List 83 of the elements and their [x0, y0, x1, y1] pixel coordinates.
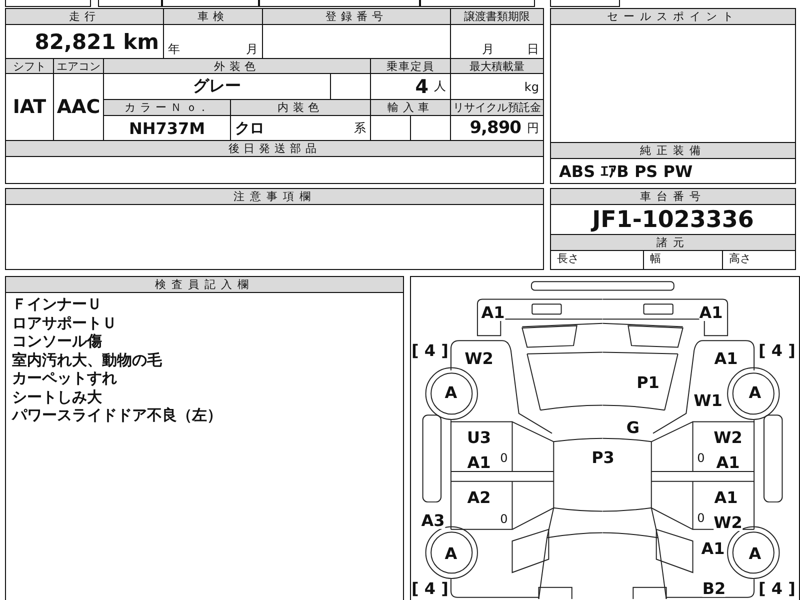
panel-header: 検査員記入欄: [6, 277, 403, 293]
column-header: 登録番号: [263, 9, 450, 24]
damage-code: P3: [592, 450, 614, 466]
inspector-note: 室内汚れ大、動物の毛: [12, 350, 163, 369]
damage-code: 0: [697, 512, 705, 524]
damage-code: A1: [699, 305, 723, 321]
inspector-note: シートしみ大: [12, 388, 103, 406]
damage-code: G: [626, 420, 640, 436]
panel-header: 車台番号: [551, 189, 795, 205]
damage-code: U3: [466, 430, 492, 446]
panel-header: 注意事項欄: [6, 189, 543, 205]
recycle-fee-value: 9,890: [470, 118, 521, 138]
color-number-value: NH737M: [104, 116, 230, 140]
panel-header: セールスポイント: [551, 9, 795, 25]
inspector-note: コンソール傷: [12, 332, 103, 350]
damage-code: A1: [716, 455, 740, 471]
inspector-note: パワースライドドア不良（左）: [12, 406, 223, 424]
capacity-value: 4: [415, 76, 428, 98]
column-header: カラーＮｏ.: [104, 100, 230, 115]
column-header: シフト: [6, 59, 53, 73]
damage-code: A1: [701, 541, 725, 557]
damage-code: W2: [464, 351, 494, 367]
spec-cell: 幅: [644, 251, 723, 269]
damage-code: [ 4 ]: [412, 343, 448, 359]
damage-code: 0: [697, 452, 705, 464]
equipment-value: ABS ｴｱB PS PW: [558, 160, 694, 182]
column-header: 走行: [6, 9, 163, 24]
mileage-value: 82,821 km: [6, 25, 163, 58]
year-unit: 年: [168, 41, 180, 58]
month-unit: 月: [482, 41, 494, 58]
column-header: 後日発送部品: [6, 141, 543, 156]
load-unit: kg: [524, 80, 539, 94]
damage-code: A1: [714, 490, 738, 506]
month-unit: 月: [246, 41, 258, 58]
column-header: リサイクル預託金: [451, 100, 543, 115]
column-header: 車検: [164, 9, 262, 24]
side-rail-icon: [764, 414, 783, 502]
inspector-note: ロアサポートＵ: [12, 314, 118, 332]
column-header: 乗車定員: [371, 59, 450, 73]
column-header: 譲渡書類期限: [451, 9, 543, 24]
damage-code: A1: [467, 455, 491, 471]
inspector-note: ＦインナーＵ: [12, 295, 103, 314]
column-header: 内装色: [231, 100, 370, 115]
currency-unit: 円: [527, 120, 539, 136]
spec-cell: 長さ: [551, 251, 644, 269]
tire-icon: [425, 367, 478, 420]
tire-icon: [727, 367, 780, 420]
damage-code: [ 4 ]: [412, 581, 448, 597]
damage-code: A1: [481, 305, 505, 321]
damage-code: A: [444, 385, 458, 401]
column-header: 輸入車: [371, 100, 450, 115]
damage-code: A: [748, 385, 762, 401]
tire-icon: [727, 526, 780, 579]
damage-code: B2: [702, 581, 726, 597]
panel-header: 諸元: [551, 235, 795, 251]
column-header: 最大積載量: [451, 59, 543, 73]
damage-code: A: [748, 546, 762, 562]
inspector-note: カーペットすれ: [12, 369, 118, 388]
damage-code: W2: [714, 515, 742, 531]
interior-color-value: クロ: [235, 118, 264, 138]
damage-code: A3: [421, 513, 445, 529]
damage-code: W2: [714, 430, 742, 446]
damage-code: [ 4 ]: [758, 343, 796, 359]
spec-cell-text: 高さ: [728, 251, 752, 267]
column-header: エアコン: [54, 59, 103, 73]
side-rail-icon: [422, 414, 442, 502]
shift-value: IAT: [6, 74, 53, 140]
tire-icon: [425, 526, 478, 579]
damage-code: A2: [467, 490, 491, 506]
damage-code: 0: [500, 513, 508, 525]
damage-code: 0: [500, 452, 508, 464]
damage-code: [ 4 ]: [758, 581, 796, 597]
damage-code: P1: [636, 375, 660, 391]
aircon-value: AAC: [54, 74, 103, 140]
panel-header: 純正装備: [551, 142, 795, 159]
damage-code: A: [444, 546, 458, 562]
damage-code: A1: [714, 351, 738, 367]
damage-code: W1: [694, 393, 722, 409]
column-header: 外装色: [104, 59, 370, 73]
day-unit: 日: [527, 41, 539, 58]
capacity-unit: 人: [434, 78, 446, 95]
exterior-color-value: グレー: [104, 74, 330, 99]
color-suffix: 系: [354, 120, 366, 136]
